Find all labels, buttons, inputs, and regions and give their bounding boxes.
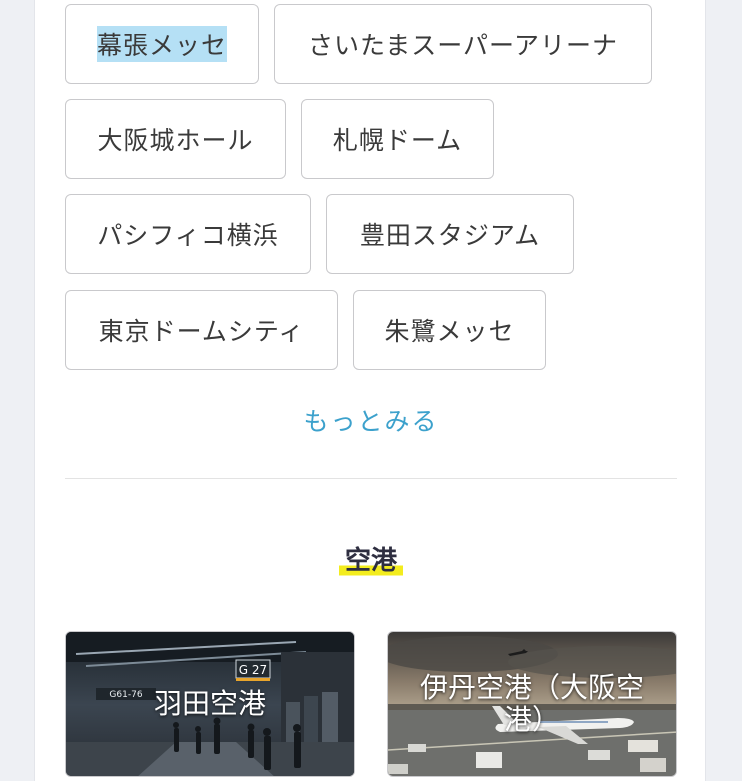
venue-chip-label: 幕張メッセ (96, 26, 227, 62)
venue-chip-makuhari-messe[interactable]: 幕張メッセ (65, 4, 259, 84)
venue-chip-label: 大阪城ホール (97, 126, 254, 155)
venue-chip-pacifico-yokohama[interactable]: パシフィコ横浜 (65, 194, 311, 274)
airport-card-title: 羽田空港 (153, 687, 266, 720)
section-heading-text: 空港 (338, 540, 403, 581)
venue-chip-toyota-stadium[interactable]: 豊田スタジアム (326, 194, 574, 274)
venue-chip-label: 東京ドームシティ (98, 317, 305, 346)
airport-card-haneda[interactable]: G 27 G61-76 羽田空港 (65, 631, 355, 777)
venue-chip-sapporo-dome[interactable]: 札幌ドーム (301, 99, 494, 179)
content-panel: 幕張メッセ さいたまスーパーアリーナ 大阪城ホール 札幌ドーム パシフィコ横浜 … (34, 0, 706, 781)
venue-chip-label: 札幌ドーム (332, 126, 463, 155)
venue-chip-label: パシフィコ横浜 (97, 221, 279, 250)
venue-chip-label: さいたまスーパーアリーナ (307, 31, 618, 60)
venue-chip-label: 朱鷺メッセ (384, 317, 515, 346)
venue-chip-saitama-super-arena[interactable]: さいたまスーパーアリーナ (274, 4, 652, 84)
section-heading-airports: 空港 (35, 540, 707, 581)
show-more-link[interactable]: もっとみる (35, 402, 707, 438)
venue-chip-toki-messe[interactable]: 朱鷺メッセ (353, 290, 546, 370)
airport-card-itami[interactable]: 伊丹空港（大阪空港） (387, 631, 677, 777)
airport-card-title: 伊丹空港（大阪空港） (419, 671, 644, 736)
venue-chip-label: 豊田スタジアム (359, 221, 541, 250)
venue-chip-tokyo-dome-city[interactable]: 東京ドームシティ (65, 290, 338, 370)
section-divider (65, 478, 677, 479)
venue-chip-osaka-jo-hall[interactable]: 大阪城ホール (65, 99, 286, 179)
